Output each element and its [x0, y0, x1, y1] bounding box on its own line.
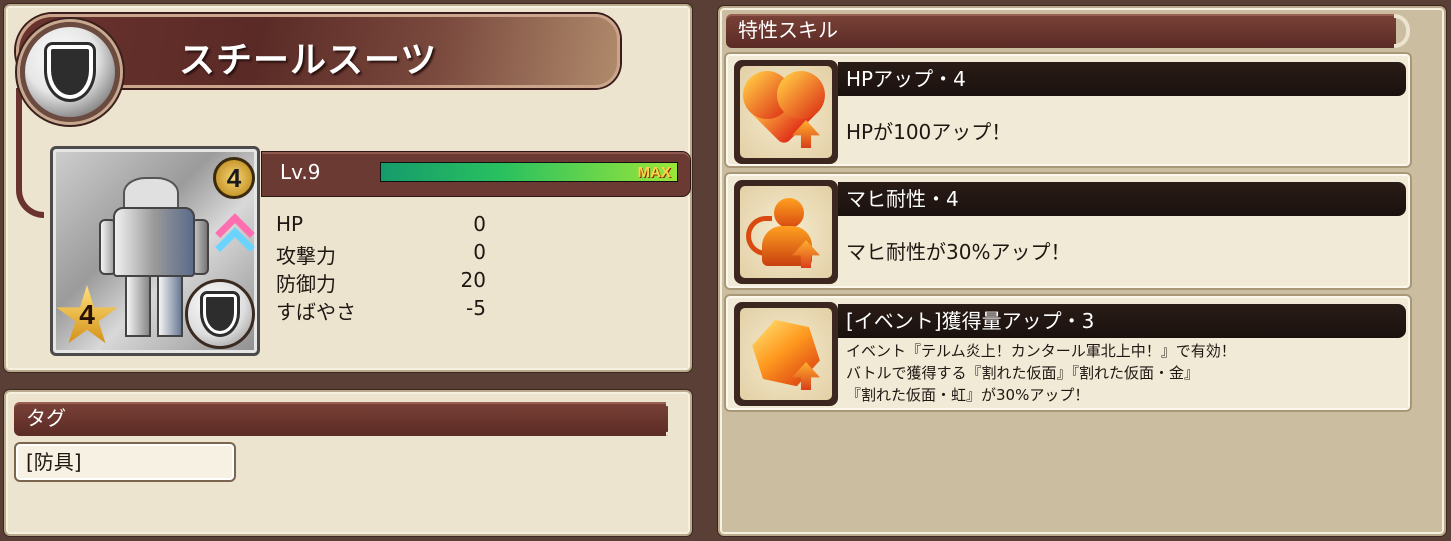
skill-header: 特性スキル [726, 14, 1410, 48]
shield-icon [203, 294, 237, 334]
stat-label: 攻撃力 [276, 244, 336, 268]
stat-value: 20 [460, 268, 486, 292]
stat-label: 防御力 [276, 272, 336, 296]
skill-description-line: バトルで獲得する『割れた仮面』『割れた仮面・金』 [846, 364, 1199, 382]
skill-description: マヒ耐性が30%アップ！ [846, 236, 1070, 265]
tag-panel: タグ [防具] [4, 390, 692, 536]
stat-row-speed: すばやさ -5 [276, 296, 486, 324]
level-label: Lv.9 [280, 160, 321, 184]
armor-leg-right [157, 275, 183, 337]
skill-header-label: 特性スキル [738, 18, 838, 42]
skill-title: [イベント]獲得量アップ・3 [838, 304, 1406, 338]
skill-description-line: HPが100アップ！ [846, 120, 1012, 144]
skill-panel: 特性スキル HPアップ・4 HPが100アップ！ マヒ耐性・4 マヒ耐性が30%… [718, 6, 1446, 536]
skill-description: イベント『テルム炎上！カンタール軍北上中！』で有効！ バトルで獲得する『割れた仮… [846, 340, 1236, 406]
item-thumbnail[interactable]: 4 4 [50, 146, 260, 356]
skill-description-line: イベント『テルム炎上！カンタール軍北上中！』で有効！ [846, 342, 1236, 360]
skill-card[interactable]: HPアップ・4 HPが100アップ！ [724, 52, 1412, 168]
skill-title: マヒ耐性・4 [838, 182, 1406, 216]
tag-chip[interactable]: [防具] [14, 442, 236, 482]
shield-icon [47, 45, 93, 99]
stat-label: HP [276, 212, 304, 236]
rarity-badge: 4 [213, 157, 255, 199]
stat-row-defense: 防御力 20 [276, 268, 486, 296]
stat-value: 0 [473, 212, 486, 236]
item-name: スチールスーツ [179, 40, 438, 81]
paralysis-resist-icon [734, 180, 838, 284]
stat-label: すばやさ [276, 300, 356, 324]
item-detail-panel: スチールスーツ 4 4 Lv.9 MAX HP 0 攻撃力 0 防御力 20 す… [4, 4, 692, 372]
exp-max-label: MAX [637, 164, 671, 181]
star-count: 4 [79, 299, 95, 330]
exp-gauge-fill [381, 163, 677, 181]
rank-chevron-icon [215, 209, 255, 267]
stat-row-hp: HP 0 [276, 212, 486, 240]
thumb-shield-emblem [185, 279, 255, 349]
skill-description-line: マヒ耐性が30%アップ！ [846, 240, 1071, 264]
exp-gauge: MAX [380, 162, 678, 182]
gem-up-icon [734, 302, 838, 406]
stats-list: HP 0 攻撃力 0 防御力 20 すばやさ -5 [276, 212, 486, 324]
skill-description-line: 『割れた仮面・虹』が30%アップ！ [846, 386, 1090, 404]
skill-description: HPが100アップ！ [846, 116, 1011, 145]
heart-up-icon [734, 60, 838, 164]
tag-header: タグ [14, 402, 682, 436]
skill-card[interactable]: [イベント]獲得量アップ・3 イベント『テルム炎上！カンタール軍北上中！』で有効… [724, 294, 1412, 412]
skill-card[interactable]: マヒ耐性・4 マヒ耐性が30%アップ！ [724, 172, 1412, 290]
armor-torso [113, 207, 195, 277]
armor-leg-left [125, 275, 151, 337]
header-curl-ornament [1394, 14, 1410, 48]
header-curl-ornament [666, 402, 682, 436]
stat-row-attack: 攻撃力 0 [276, 240, 486, 268]
stat-value: -5 [466, 296, 486, 320]
tag-header-label: タグ [26, 406, 66, 430]
stat-value: 0 [473, 240, 486, 264]
level-bar: Lv.9 MAX [262, 152, 690, 196]
armor-category-emblem [20, 22, 120, 122]
skill-title: HPアップ・4 [838, 62, 1406, 96]
